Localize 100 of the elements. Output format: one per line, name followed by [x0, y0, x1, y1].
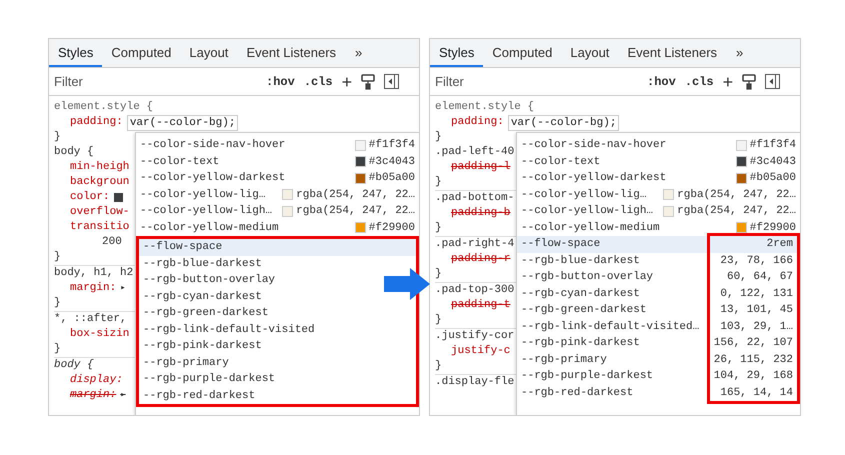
- tab[interactable]: Computed: [483, 39, 562, 67]
- closing-brace: }: [435, 175, 442, 190]
- rule-selector: .pad-right-4: [435, 237, 514, 252]
- property-name: padding-t: [451, 298, 510, 313]
- property-name: padding-l: [451, 160, 510, 175]
- closing-brace: }: [435, 221, 442, 236]
- suggestion-item[interactable]: --color-yellow-ligh… rgba(254, 247, 22…: [517, 203, 800, 220]
- suggestion-item[interactable]: --rgb-cyan-darkest: [139, 288, 266, 305]
- tab[interactable]: Computed: [102, 39, 180, 67]
- suggestion-item[interactable]: --color-yellow-medium #f29900: [517, 220, 800, 236]
- property-name: backgroun: [70, 175, 130, 190]
- suggestion-value: 165, 14, 14: [719, 386, 794, 400]
- closing-brace: }: [435, 267, 442, 282]
- closing-brace: }: [435, 313, 442, 328]
- paint-roller-icon[interactable]: [742, 74, 756, 90]
- hover-state-button[interactable]: :hov: [647, 74, 676, 88]
- suggestion-item[interactable]: --rgb-red-darkest: [517, 384, 707, 401]
- property-name: display:: [70, 373, 123, 388]
- suggestion-item[interactable]: --rgb-primary: [517, 352, 707, 368]
- suggestion-item[interactable]: --rgb-button-overlay: [517, 269, 707, 286]
- suggestion-item[interactable]: --rgb-green-darkest: [139, 305, 272, 322]
- suggestion-item[interactable]: --rgb-cyan-darkest: [517, 286, 707, 302]
- tab[interactable]: Layout: [561, 39, 618, 67]
- suggestion-value: 156, 22, 107: [712, 336, 794, 351]
- rule-selector: .pad-bottom-: [435, 191, 514, 206]
- closing-brace: }: [54, 130, 61, 145]
- suggestion-item[interactable]: --flow-space: [139, 239, 416, 256]
- suggestion-item[interactable]: --color-yellow-ligh… rgba(254, 247, 22…: [136, 203, 419, 220]
- property-name: min-heigh: [70, 160, 130, 175]
- property-name: padding-r: [451, 252, 510, 267]
- suggestion-value: 23, 78, 166: [719, 254, 794, 268]
- property-name: color:: [70, 190, 110, 205]
- rule-selector: body {: [54, 145, 94, 160]
- tab[interactable]: Styles: [49, 39, 102, 67]
- property-name: padding:: [70, 115, 123, 130]
- property-name: padding:: [451, 115, 504, 130]
- suggestion-item[interactable]: --rgb-purple-darkest: [517, 368, 707, 384]
- property-name: justify-c: [451, 344, 510, 359]
- rule-selector: *, ::after,: [54, 312, 127, 327]
- property-name: margin:: [70, 281, 116, 296]
- class-button[interactable]: .cls: [304, 74, 333, 88]
- rule-selector: element.style {: [435, 100, 536, 115]
- suggestion-item[interactable]: --rgb-primary: [139, 354, 233, 371]
- rule-selector: .pad-top-300: [435, 283, 514, 298]
- suggestion-item[interactable]: --color-text #3c4043: [517, 154, 800, 170]
- closing-brace: }: [435, 359, 442, 374]
- suggestion-item[interactable]: --color-yellow-darkest #b05a00: [517, 170, 800, 186]
- suggestion-item[interactable]: --rgb-pink-darkest: [517, 335, 707, 352]
- rule-selector: body {: [54, 358, 94, 373]
- suggestion-value: 2rem: [710, 236, 797, 252]
- closing-brace: }: [54, 342, 61, 357]
- suggestion-item[interactable]: --rgb-purple-darkest: [139, 371, 280, 388]
- suggestion-value: 60, 64, 67: [726, 270, 794, 285]
- value-field[interactable]: var(--color-bg);: [508, 114, 620, 130]
- rule-selector: .pad-left-40: [435, 145, 514, 160]
- suggestion-item[interactable]: --rgb-button-overlay: [139, 272, 280, 288]
- suggestion-item[interactable]: --color-yellow-lig… rgba(254, 247, 22…: [136, 186, 419, 203]
- paint-roller-icon[interactable]: [361, 74, 376, 90]
- suggestion-item[interactable]: --color-yellow-lig… rgba(254, 247, 22…: [517, 186, 800, 203]
- suggestion-item[interactable]: --color-yellow-darkest #b05a00: [136, 170, 419, 186]
- property-name: box-sizin: [70, 327, 130, 342]
- sidebar-toggle-icon[interactable]: [765, 74, 780, 89]
- suggestion-item[interactable]: --rgb-blue-darkest: [517, 252, 707, 269]
- suggestion-item[interactable]: --rgb-blue-darkest: [139, 256, 266, 272]
- tab[interactable]: Event Listeners: [618, 39, 726, 67]
- tab[interactable]: Event Listeners: [237, 39, 346, 67]
- expand-arrow[interactable]: ▸: [120, 281, 126, 296]
- property-value: 200: [102, 235, 122, 250]
- suggestion-item[interactable]: --rgb-link-default-visited…: [517, 318, 707, 335]
- color-swatch[interactable]: [114, 193, 123, 202]
- expand-arrow[interactable]: ▸: [120, 388, 126, 403]
- suggestion-value: 13, 101, 45: [719, 303, 794, 318]
- value-field[interactable]: var(--color-bg);: [126, 114, 238, 130]
- suggestion-item[interactable]: --rgb-pink-darkest: [139, 338, 266, 354]
- rule-selector: .justify-cor: [435, 329, 514, 344]
- hover-state-button[interactable]: :hov: [266, 74, 295, 88]
- suggestion-value: 104, 29, 168: [712, 369, 794, 384]
- more-tabs-button[interactable]: »: [345, 39, 372, 67]
- more-tabs-button[interactable]: »: [726, 39, 754, 67]
- sidebar-toggle-icon[interactable]: [384, 74, 400, 89]
- new-rule-button[interactable]: +: [342, 72, 352, 90]
- suggestion-item[interactable]: --color-side-nav-hover #f1f3f4: [136, 137, 419, 154]
- suggestion-item[interactable]: --color-yellow-medium #f29900: [136, 220, 419, 236]
- suggestion-item[interactable]: --rgb-red-darkest: [139, 388, 260, 404]
- suggestion-item[interactable]: --color-text #3c4043: [136, 154, 419, 170]
- suggestion-item[interactable]: --rgb-green-darkest: [517, 302, 707, 318]
- property-name: padding-b: [451, 206, 510, 221]
- suggestion-item[interactable]: --flow-space: [517, 236, 707, 252]
- tab[interactable]: Styles: [430, 39, 484, 67]
- property-name: overflow-: [70, 205, 130, 220]
- suggestion-item[interactable]: --rgb-link-default-visited: [139, 322, 319, 338]
- rule-selector: body, h1, h2: [54, 266, 134, 281]
- rule-selector: .display-fle: [435, 375, 514, 390]
- class-button[interactable]: .cls: [684, 74, 714, 88]
- tab[interactable]: Layout: [180, 39, 238, 67]
- suggestion-value: 26, 115, 232: [712, 352, 794, 368]
- closing-brace: }: [435, 130, 442, 145]
- new-rule-button[interactable]: +: [722, 72, 734, 90]
- property-name: transitio: [70, 220, 130, 235]
- suggestion-item[interactable]: --color-side-nav-hover #f1f3f4: [517, 137, 800, 154]
